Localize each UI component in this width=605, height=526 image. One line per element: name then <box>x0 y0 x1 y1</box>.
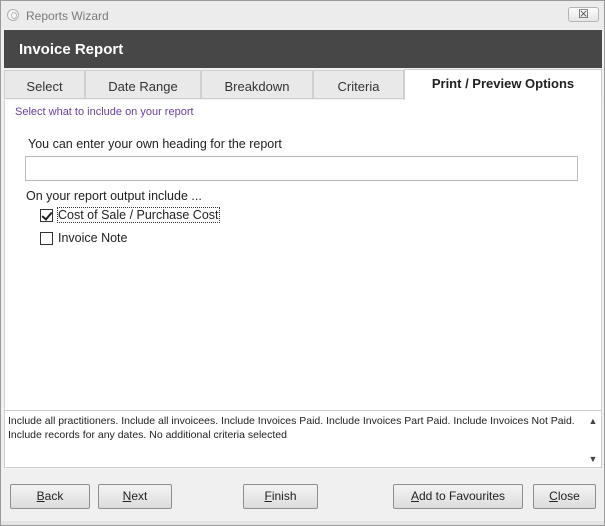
cost-of-sale-label[interactable]: Cost of Sale / Purchase Cost <box>57 207 220 223</box>
window-close-button[interactable]: ☒ <box>568 7 599 22</box>
scroll-down-icon[interactable]: ▼ <box>587 453 599 465</box>
print-preview-options-panel: Select what to include on your report Yo… <box>4 100 602 410</box>
close-button[interactable]: Close <box>533 484 596 509</box>
reports-wizard-window: Reports Wizard ☒ Invoice Report Select D… <box>0 0 605 526</box>
checkmark-icon <box>41 209 53 221</box>
criteria-summary: Include all practitioners. Include all i… <box>4 410 602 468</box>
finish-label: inish <box>271 489 297 503</box>
back-label: ack <box>44 489 64 503</box>
report-title: Invoice Report <box>19 41 124 58</box>
invoice-note-label[interactable]: Invoice Note <box>58 231 127 245</box>
tab-print-preview-options[interactable]: Print / Preview Options <box>404 69 602 101</box>
report-heading-input[interactable] <box>25 156 578 181</box>
close-mnemonic: C <box>549 489 558 503</box>
tab-criteria[interactable]: Criteria <box>313 70 404 99</box>
tab-strip: Select Date Range Breakdown Criteria Pri… <box>4 69 602 101</box>
next-label: ext <box>131 489 148 503</box>
report-header: Invoice Report <box>4 30 602 68</box>
finish-button[interactable]: Finish <box>243 484 318 509</box>
panel-hint: Select what to include on your report <box>15 106 194 118</box>
title-bar: Reports Wizard ☒ <box>1 1 604 29</box>
heading-label: You can enter your own heading for the r… <box>28 137 282 151</box>
finish-mnemonic: F <box>264 489 272 503</box>
tab-select[interactable]: Select <box>4 70 85 99</box>
tab-date-range[interactable]: Date Range <box>85 70 201 99</box>
close-label: lose <box>557 489 580 503</box>
criteria-summary-text: Include all practitioners. Include all i… <box>8 415 575 441</box>
tab-breakdown[interactable]: Breakdown <box>201 70 313 99</box>
cost-of-sale-checkbox[interactable] <box>40 209 53 222</box>
favourites-label: dd to Favourites <box>418 489 506 503</box>
back-mnemonic: B <box>36 489 45 503</box>
add-to-favourites-button[interactable]: Add to Favourites <box>393 484 523 509</box>
scroll-up-icon[interactable]: ▲ <box>587 415 599 427</box>
include-label: On your report output include ... <box>26 189 202 203</box>
invoice-note-checkbox[interactable] <box>40 232 53 245</box>
close-icon: ☒ <box>578 7 589 21</box>
app-icon <box>7 9 19 21</box>
next-button[interactable]: Next <box>98 484 172 509</box>
favourites-mnemonic: A <box>410 489 419 503</box>
bottom-edge <box>1 521 604 525</box>
window-title: Reports Wizard <box>26 9 109 23</box>
back-button[interactable]: Back <box>10 484 90 509</box>
